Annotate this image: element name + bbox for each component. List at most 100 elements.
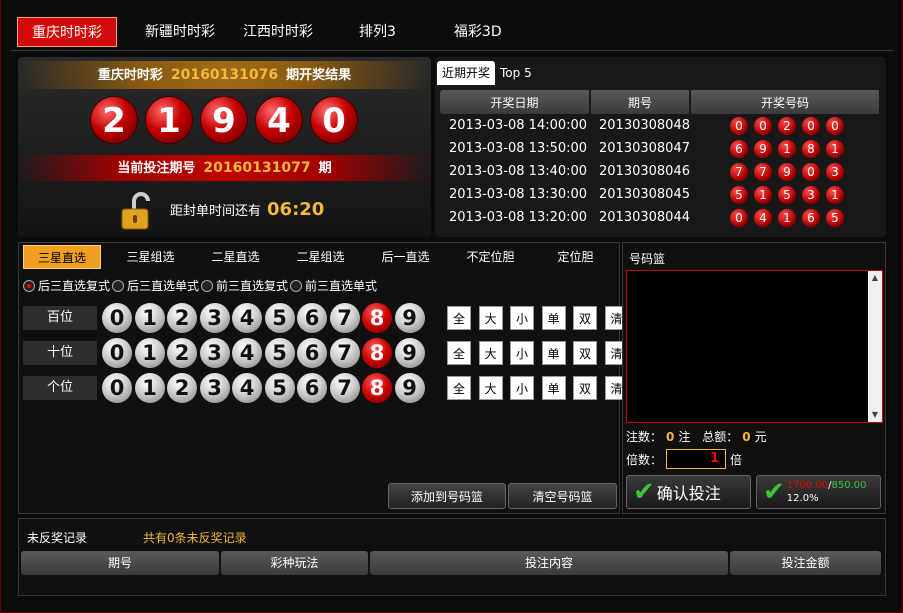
digit-ball[interactable]: 3 <box>199 338 230 368</box>
play-mode-option[interactable]: 后三直选复式 <box>23 277 110 294</box>
app-frame: 重庆时时彩 新疆时时彩 江西时时彩 排列3 福彩3D 重庆时时彩 20160131… <box>0 0 903 613</box>
digit-ball[interactable]: 5 <box>264 303 295 333</box>
digit-ball[interactable]: 3 <box>199 373 230 403</box>
play-tab[interactable]: 后一直选 <box>363 245 448 269</box>
multiplier-label: 倍数： <box>626 452 663 467</box>
digit-ball[interactable]: 0 <box>102 338 132 368</box>
clear-basket-button[interactable]: 清空号码篮 <box>508 483 617 509</box>
tab-jxssc[interactable]: 江西时时彩 <box>243 17 313 47</box>
add-to-basket-button[interactable]: 添加到号码篮 <box>388 483 506 509</box>
tab-fc3d[interactable]: 福彩3D <box>454 17 502 47</box>
basket-stats: 注数： 0 注 总额： 0 元 <box>626 428 767 445</box>
digit-ball[interactable]: 7 <box>329 373 360 403</box>
confirm-bet-button[interactable]: ✔ 确认投注 <box>626 475 751 509</box>
digit-ball[interactable]: 4 <box>232 338 262 368</box>
play-mode-option[interactable]: 前三直选单式 <box>290 277 377 294</box>
draw-ball: 5 <box>777 185 796 204</box>
basket-scrollbar[interactable]: ▲ ▼ <box>868 271 882 422</box>
play-mode-radios: 后三直选复式 后三直选单式 前三直选复式 前三直选单式 <box>23 277 379 294</box>
play-tab[interactable]: 不定位胆 <box>448 245 533 269</box>
number-basket: 号码篮 ▲ ▼ 注数： 0 注 总额： 0 元 倍数： 1 倍 ✔ 确认投注 ✔ 170… <box>622 242 886 514</box>
digit-ball[interactable]: 6 <box>297 338 327 368</box>
quick-select-button[interactable]: 小 <box>510 341 534 365</box>
play-tab[interactable]: 三星直选 <box>23 245 101 269</box>
quick-select-button[interactable]: 全 <box>447 376 471 400</box>
digit-ball[interactable]: 1 <box>134 338 165 368</box>
digit-ball[interactable]: 4 <box>232 373 262 403</box>
play-tab[interactable]: 三星组选 <box>108 245 193 269</box>
play-mode-option[interactable]: 前三直选复式 <box>201 277 288 294</box>
play-tab[interactable]: 二星直选 <box>193 245 278 269</box>
total-value: 0 <box>742 430 751 444</box>
countdown: 距封单时间还有 06:20 <box>170 199 324 220</box>
digit-ball[interactable]: 6 <box>297 373 327 403</box>
digit-ball[interactable]: 2 <box>167 338 197 368</box>
digit-ball[interactable]: 9 <box>394 303 425 333</box>
tab-cqssc[interactable]: 重庆时时彩 <box>17 17 117 47</box>
digit-ball[interactable]: 0 <box>102 303 132 333</box>
digit-row: 百位 0 1 2 3 4 5 6 7 8 9 全大小单双清 <box>23 303 629 333</box>
quick-select-button[interactable]: 单 <box>541 341 566 365</box>
digit-ball[interactable]: 2 <box>167 373 197 403</box>
quick-select-button[interactable]: 小 <box>510 376 534 400</box>
quick-select-button[interactable]: 全 <box>447 341 471 365</box>
current-issue-suffix: 期 <box>318 161 332 176</box>
digit-ball[interactable]: 6 <box>297 303 327 333</box>
tab-xjssc[interactable]: 新疆时时彩 <box>145 17 215 47</box>
quick-select-button[interactable]: 全 <box>447 306 471 330</box>
balance-button[interactable]: ✔ 1700.00/850.00 12.0% <box>756 475 881 509</box>
radio-icon[interactable] <box>201 279 214 292</box>
tab-top5[interactable]: Top 5 <box>495 61 537 85</box>
draw-numbers: 51531 <box>690 183 880 206</box>
digit-ball[interactable]: 7 <box>329 303 360 333</box>
radio-icon[interactable] <box>23 279 35 292</box>
recent-draws-panel: 近期开奖 Top 5 开奖日期 期号 开奖号码 2013-03-08 14:00… <box>435 57 886 237</box>
col-play: 彩种玩法 <box>221 551 368 575</box>
balance-text: 1700.00/850.00 12.0% <box>787 479 867 505</box>
digit-ball[interactable]: 0 <box>102 373 132 403</box>
quick-select-button[interactable]: 双 <box>573 306 597 330</box>
total-label: 总额： <box>702 430 739 444</box>
digit-ball[interactable]: 8 <box>362 373 392 403</box>
draw-ball: 3 <box>825 162 844 181</box>
play-tab[interactable]: 定位胆 <box>533 245 618 269</box>
radio-icon[interactable] <box>290 279 303 292</box>
scroll-up-icon[interactable]: ▲ <box>868 271 882 285</box>
scroll-down-icon[interactable]: ▼ <box>868 408 882 422</box>
draw-ball: 7 <box>729 162 748 181</box>
digit-ball[interactable]: 5 <box>264 338 295 368</box>
digit-ball[interactable]: 1 <box>134 373 165 403</box>
quick-select-button[interactable]: 单 <box>541 376 566 400</box>
col-amount: 投注金额 <box>730 551 881 575</box>
digit-row: 个位 0 1 2 3 4 5 6 7 8 9 全大小单双清 <box>23 373 629 403</box>
digit-ball[interactable]: 9 <box>394 373 425 403</box>
digit-ball[interactable]: 3 <box>199 303 230 333</box>
col-date: 开奖日期 <box>440 90 591 114</box>
tab-recent[interactable]: 近期开奖 <box>437 61 496 85</box>
digit-ball[interactable]: 8 <box>362 338 392 368</box>
digit-ball[interactable]: 7 <box>329 338 360 368</box>
play-tab[interactable]: 二星组选 <box>278 245 363 269</box>
current-issue-bar: 当前投注期号 20160131077 期 <box>18 155 431 181</box>
quick-select-button[interactable]: 大 <box>478 341 503 365</box>
quick-select-button[interactable]: 双 <box>573 376 597 400</box>
digit-ball[interactable]: 5 <box>264 373 295 403</box>
quick-select-button[interactable]: 大 <box>478 376 503 400</box>
digit-ball[interactable]: 1 <box>134 303 165 333</box>
quick-select-button[interactable]: 大 <box>478 306 503 330</box>
draw-numbers: 00200 <box>690 114 880 137</box>
tab-pl3[interactable]: 排列3 <box>359 17 396 47</box>
quick-select-button[interactable]: 单 <box>541 306 566 330</box>
digit-ball[interactable]: 8 <box>362 303 392 333</box>
digit-ball[interactable]: 2 <box>167 303 197 333</box>
radio-icon[interactable] <box>112 279 125 292</box>
basket-list[interactable]: ▲ ▼ <box>626 270 883 423</box>
digit-ball[interactable]: 4 <box>232 303 262 333</box>
bet-panel: 三星直选 三星组选 二星直选 二星组选 后一直选 不定位胆 定位胆 后三直选复式 后三直选单式… <box>18 242 629 514</box>
multiplier-input[interactable]: 1 <box>666 449 727 469</box>
quick-select-button[interactable]: 双 <box>573 341 597 365</box>
draw-date: 2013-03-08 13:30:00 <box>449 187 588 202</box>
quick-select-button[interactable]: 小 <box>510 306 534 330</box>
digit-ball[interactable]: 9 <box>394 338 425 368</box>
play-mode-option[interactable]: 后三直选单式 <box>112 277 199 294</box>
